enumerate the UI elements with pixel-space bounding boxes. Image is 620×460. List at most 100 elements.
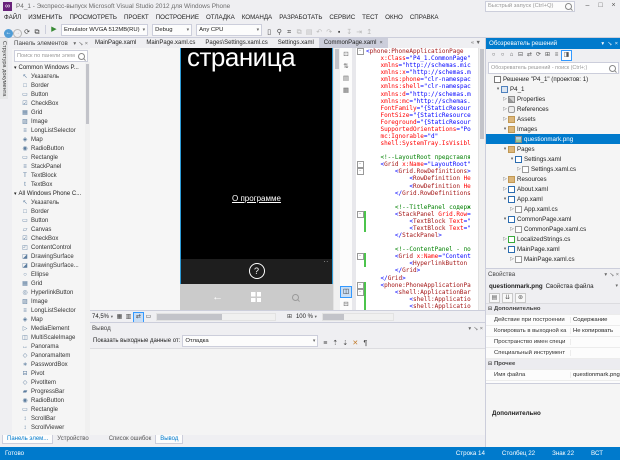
indicator-margin[interactable] [352,83,356,90]
menu-сервис[interactable]: СЕРВИС [329,14,355,21]
collapse-box-icon[interactable]: − [357,211,364,218]
menu-окно[interactable]: ОКНО [385,14,403,21]
code-line[interactable]: </StackPanel> [352,232,478,239]
property-row[interactable]: Имя файлаquestionmark.png [486,370,620,381]
outline-margin[interactable]: − [356,161,364,168]
code-line[interactable]: Foreground="{StaticResour [352,119,478,126]
solution-explorer-header[interactable]: Обозреватель решений ▾ ⊸ × [486,38,620,49]
paste-icon[interactable]: ▤ [304,28,314,37]
designer-horizontal-scrollbar[interactable] [156,313,276,321]
split-horizontal-icon[interactable]: ◫ [340,286,352,298]
code-line[interactable]: − <shell:ApplicationBar [352,289,478,296]
code-line[interactable]: </Grid.RowDefinitions [352,190,478,197]
application-bar[interactable]: ? ∙∙ [180,259,333,284]
indicator-margin[interactable] [352,119,356,126]
indicator-margin[interactable] [352,296,356,303]
tree-item-mainpage.xaml.cs[interactable]: ▷MainPage.xaml.cs [486,254,620,264]
indicator-margin[interactable] [352,260,356,267]
indicator-margin[interactable] [352,225,356,232]
code-line[interactable]: FontSize="{StaticResource [352,112,478,119]
tree-item-app.xaml.cs[interactable]: ▷App.xaml.cs [486,204,620,214]
menu-построение[interactable]: ПОСТРОЕНИЕ [156,14,199,21]
menu-файл[interactable]: ФАЙЛ [4,14,21,21]
code-line[interactable]: − <Grid x:Name="Content [352,253,478,260]
code-line[interactable] [352,197,478,204]
tree-item-assets[interactable]: ▷Assets [486,114,620,124]
configuration-dropdown[interactable]: Debug▾ [152,24,192,36]
property-value[interactable]: Содержание [571,317,620,323]
code-line[interactable]: − <Grid.RowDefinitions> [352,168,478,175]
code-line[interactable] [352,147,478,154]
split-vertical-icon[interactable]: ⊟ [341,300,351,310]
property-row[interactable]: Пространство имен специ [486,337,620,348]
property-group[interactable]: ⊟Прочее [486,359,620,370]
indicator-margin[interactable] [352,204,356,211]
toolbox-item-textbox[interactable]: tTextBox [12,180,90,189]
pin-icon[interactable]: ⊸ [608,271,616,279]
step-into-icon[interactable]: ↧ [344,28,354,37]
indicator-margin[interactable] [352,218,356,225]
appbar-ellipsis-icon[interactable]: ∙∙ [324,259,329,265]
code-line[interactable]: <HyperlinkButton [352,260,478,267]
code-line[interactable]: xmlns:x="http://schemas.m [352,69,478,76]
indicator-margin[interactable] [352,133,356,140]
toolbox-item-button[interactable]: ▭Button [12,90,90,99]
tree-item-questionmark.png[interactable]: questionmark.png [486,134,620,144]
toolbox-item-multiscaleimage[interactable]: ◫MultiScaleImage [12,333,90,342]
toolbox-item-drawingsurface[interactable]: ◪DrawingSurface [12,252,90,261]
toolbox-item-progressbar[interactable]: ▰ProgressBar [12,387,90,396]
platform-dropdown[interactable]: Any CPU▾ [196,24,262,36]
phone-artboard[interactable]: страница О программе ? ∙∙ ← [180,48,333,310]
close-icon[interactable]: × [85,41,88,47]
toolbox-item-указатель[interactable]: ↖Указатель [12,198,90,207]
toolbox-item-grid[interactable]: ▦Grid [12,279,90,288]
code-line[interactable]: <RowDefinition He [352,182,478,189]
tree-item-settings.xaml[interactable]: ▾Settings.xaml [486,154,620,164]
indicator-margin[interactable] [352,154,356,161]
code-line[interactable]: FontFamily="{StaticResour [352,105,478,112]
step-out-icon[interactable]: ↥ [364,28,374,37]
tree-item-localizedstrings.cs[interactable]: ▷LocalizedStrings.cs [486,234,620,244]
indicator-margin[interactable] [352,197,356,204]
swap-panes-icon[interactable]: ⇅ [341,62,351,72]
indicator-margin[interactable] [352,76,356,83]
toolbox-item-border[interactable]: □Border [12,81,90,90]
tab-mainpage-xaml[interactable]: MainPage.xaml [90,37,141,48]
tab-mainpage-xaml-cs[interactable]: MainPage.xaml.cs [141,37,200,48]
minimize-button[interactable]: – [581,0,594,12]
step-over-icon[interactable]: ⇥ [354,28,364,37]
toolbox-item-map[interactable]: ◈Map [12,135,90,144]
menu-изменить[interactable]: ИЗМЕНИТЬ [28,14,62,21]
stop-icon[interactable]: ▪ [334,28,344,37]
messages-icon[interactable]: ≡ [320,339,330,348]
outline-margin[interactable]: − [356,282,364,289]
start-debug-icon[interactable]: ▶ [49,25,59,34]
tree-item-mainpage.xaml[interactable]: ▾MainPage.xaml [486,244,620,254]
output-header[interactable]: Вывод ▾ ⊸ × [90,323,485,334]
tab-settings-xaml[interactable]: Settings.xaml [273,37,319,48]
go-next-icon[interactable]: ⇣ [340,339,350,348]
document-outline-tab[interactable]: Структура документа [0,38,8,99]
show-grid-icon[interactable]: ▦ [115,313,124,322]
redo-icon[interactable]: ↷ [324,28,334,37]
toolbox-item-scrollbar[interactable]: ↕ScrollBar [12,414,90,423]
menu-разработать[interactable]: РАЗРАБОТАТЬ [279,14,322,21]
indicator-margin[interactable] [352,90,356,97]
indicator-margin[interactable] [352,246,356,253]
tool-tab-панель-элем-[interactable]: Панель элем... [2,435,53,444]
toolbox-item-button[interactable]: ▭Button [12,216,90,225]
properties-header[interactable]: Свойства ▾ ⊸ × [486,269,620,280]
collapse-box-icon[interactable]: − [357,282,364,289]
debug-target-dropdown[interactable]: Emulator WVGA 512MB(RU)▾ [61,24,148,36]
menu-команда[interactable]: КОМАНДА [242,14,272,21]
code-line[interactable]: <shell:Applicatio [352,303,478,310]
toolbox-item-scrollviewer[interactable]: ↕ScrollViewer [12,423,90,432]
quick-launch-input[interactable]: Быстрый запуск (Ctrl+Q) [485,1,575,12]
forward-icon[interactable]: ○ [498,51,507,60]
pin-icon[interactable]: ⊸ [606,40,614,48]
indicator-margin[interactable] [352,175,356,182]
code-line[interactable]: <TextBlock Text=" [352,218,478,225]
copy-icon[interactable]: ⧉ [294,28,304,37]
property-pages-icon[interactable]: ⊛ [515,293,526,303]
property-value[interactable]: questionmark.png [571,372,620,378]
